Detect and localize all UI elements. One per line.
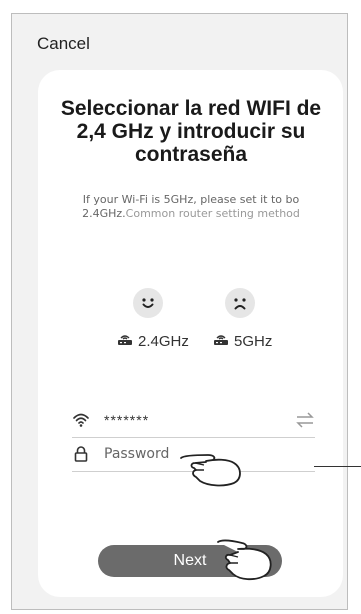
callout-line: [314, 466, 361, 467]
router-icon: [212, 332, 230, 351]
band-label: 5GHz: [234, 333, 273, 350]
frown-face-icon: [225, 288, 255, 318]
band-label: 2.4GHz: [138, 333, 189, 350]
wifi-network-field[interactable]: *******: [72, 403, 315, 438]
router-icon: [116, 332, 134, 351]
subtitle: If your Wi-Fi is 5GHz, please set it to …: [76, 193, 306, 221]
band-2-4ghz: 2.4GHz: [116, 332, 189, 351]
wifi-setup-card: Seleccionar la red WIFI de 2,4 GHz y int…: [38, 70, 343, 597]
wifi-name: *******: [104, 412, 150, 428]
router-setting-link[interactable]: Common router setting method: [126, 207, 300, 220]
cancel-button[interactable]: Cancel: [37, 34, 90, 54]
page-title: Seleccionar la red WIFI de 2,4 GHz y int…: [60, 97, 322, 166]
lock-icon: [72, 444, 104, 464]
smile-face-icon: [133, 288, 163, 318]
pointing-hand-icon: [217, 539, 272, 581]
band-5ghz: 5GHz: [212, 332, 272, 351]
wifi-icon: [72, 410, 104, 430]
switch-network-icon[interactable]: [295, 411, 315, 429]
pointing-hand-icon: [180, 454, 241, 487]
phone-screen: Cancel Seleccionar la red WIFI de 2,4 GH…: [11, 13, 361, 610]
